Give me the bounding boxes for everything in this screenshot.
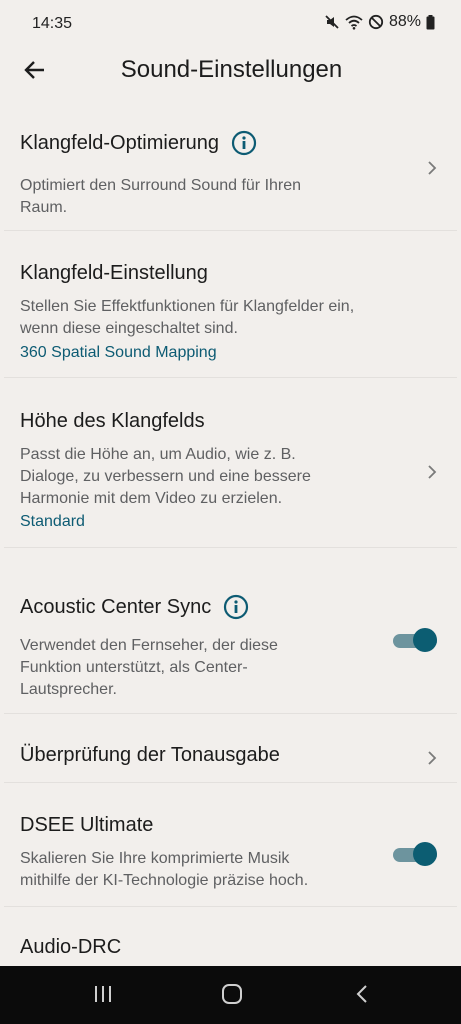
description-line: mithilfe der KI-Technologie präzise hoch… [20,872,309,889]
setting-title-text: Klangfeld-Optimierung [20,131,219,154]
nav-back-button[interactable] [350,984,374,1008]
battery-icon [426,14,435,30]
setting-title: DSEE Ultimate [20,814,154,836]
do-not-disturb-icon [368,14,384,30]
setting-acoustic-center-sync[interactable]: Acoustic Center Sync Verwendet den Ferns… [0,584,461,714]
divider [4,230,457,231]
setting-klangfeld-optimierung[interactable]: Klangfeld-Optimierung Optimiert den Surr… [0,120,461,232]
setting-title: Klangfeld-Optimierung [20,130,257,156]
divider [4,906,457,907]
description-line: Harmonie mit dem Video zu erzielen. [20,490,283,507]
toggle-thumb [413,842,437,866]
battery-percentage: 88% [388,13,421,30]
setting-title: Audio-DRC [20,936,122,958]
divider [4,377,457,378]
divider [4,713,457,714]
acoustic-center-sync-toggle[interactable] [393,628,437,652]
setting-hoehe-klangfeld[interactable]: Höhe des Klangfelds Passt die Höhe an, u… [0,400,461,548]
status-bar: 14:35 88% [0,0,461,50]
setting-title-text: Acoustic Center Sync [20,595,212,618]
status-icons: 88% [324,13,435,31]
back-icon [355,984,369,1009]
setting-description: Stellen Sie Effektfunktionen für Klangfe… [20,296,440,340]
description-line: Raum. [20,199,68,216]
description-line: Stellen Sie Effektfunktionen für Klangfe… [20,298,355,315]
recent-apps-icon [92,985,114,1008]
info-icon[interactable] [223,594,249,620]
setting-description: Skalieren Sie Ihre komprimierte Musik mi… [20,848,380,892]
home-icon [221,983,243,1010]
divider [4,782,457,783]
setting-description: Verwendet den Fernseher, der diese Funkt… [20,635,380,701]
setting-title: Höhe des Klangfelds [20,410,205,432]
setting-title: Klangfeld-Einstellung [20,262,208,284]
description-line: Passt die Höhe an, um Audio, wie z. B. [20,446,296,463]
mute-icon [324,14,340,30]
setting-value: Standard [20,513,85,530]
app-bar: Sound-Einstellungen [0,50,461,94]
setting-title: Acoustic Center Sync [20,594,249,620]
setting-description: Optimiert den Surround Sound für Ihren R… [20,175,380,219]
description-line: Verwendet den Fernseher, der diese [20,637,278,654]
description-line: wenn diese eingeschaltet sind. [20,320,238,337]
info-icon[interactable] [231,130,257,156]
chevron-right-icon [425,158,439,178]
toggle-thumb [413,628,437,652]
chevron-right-icon [425,462,439,482]
recent-apps-button[interactable] [91,984,115,1008]
setting-value: 360 Spatial Sound Mapping [20,344,217,361]
chevron-right-icon [425,748,439,768]
description-line: Skalieren Sie Ihre komprimierte Musik [20,850,290,867]
setting-klangfeld-einstellung[interactable]: Klangfeld-Einstellung Stellen Sie Effekt… [0,252,461,378]
description-line: Dialoge, zu verbessern und eine bessere [20,468,311,485]
divider [4,547,457,548]
setting-tonausgabe[interactable]: Überprüfung der Tonausgabe [0,730,461,782]
wifi-icon [345,14,363,30]
setting-title: Überprüfung der Tonausgabe [20,744,280,766]
dsee-ultimate-toggle[interactable] [393,842,437,866]
setting-audio-drc[interactable]: Audio-DRC [0,926,461,966]
description-line: Lautsprecher. [20,681,117,698]
status-time: 14:35 [32,15,73,32]
navigation-bar [0,966,461,1024]
setting-description: Passt die Höhe an, um Audio, wie z. B. D… [20,444,380,510]
description-line: Funktion unterstützt, als Center- [20,659,248,676]
description-line: Optimiert den Surround Sound für Ihren [20,177,302,194]
setting-dsee-ultimate[interactable]: DSEE Ultimate Skalieren Sie Ihre komprim… [0,804,461,906]
home-button[interactable] [220,983,244,1010]
page-title: Sound-Einstellungen [120,56,343,83]
